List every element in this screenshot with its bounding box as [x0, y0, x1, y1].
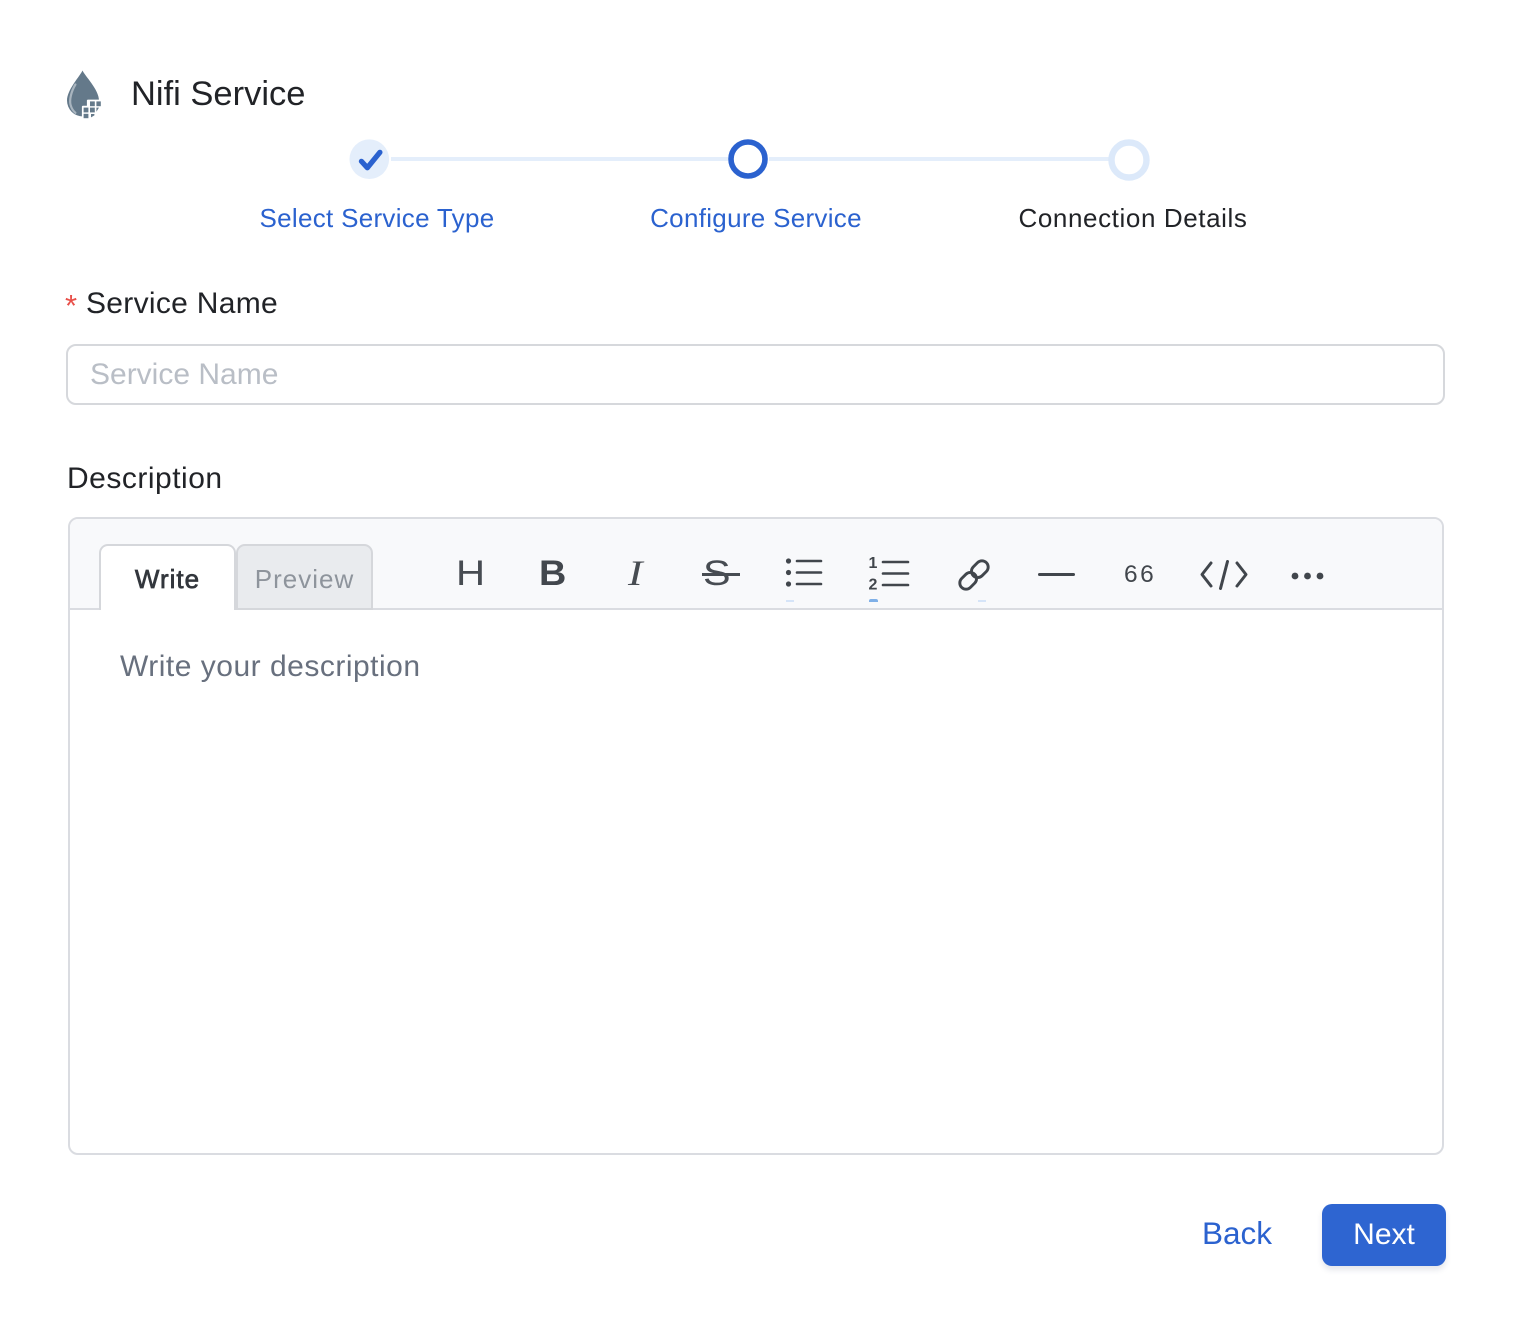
svg-text:1: 1 [869, 555, 878, 572]
svg-text:2: 2 [869, 577, 878, 591]
